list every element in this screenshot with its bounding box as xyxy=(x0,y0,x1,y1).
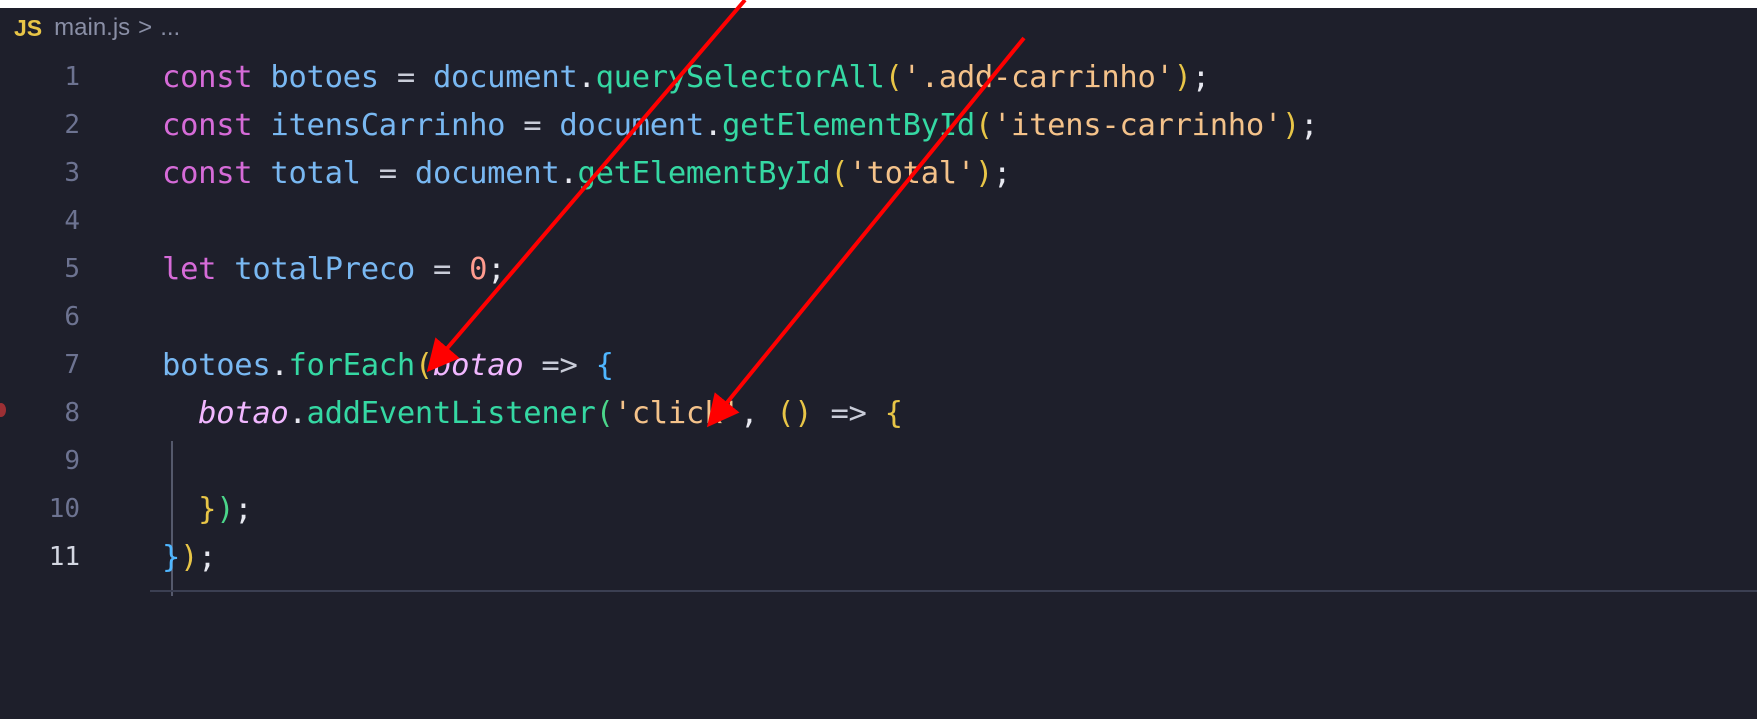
code-token: '.add-carrinho' xyxy=(902,59,1174,95)
code-token: ; xyxy=(234,491,253,527)
code-token: ( xyxy=(830,155,849,191)
code-token: ) xyxy=(1282,107,1301,143)
breadcrumb-symbol-menu[interactable]: ... xyxy=(160,14,180,42)
code-token: totalPreco xyxy=(234,251,415,287)
code-token: ; xyxy=(198,539,217,575)
code-token: botoes xyxy=(162,347,271,383)
code-token: . xyxy=(270,347,289,383)
code-token: { xyxy=(595,347,614,383)
code-line-10[interactable]: 10 }); xyxy=(0,485,253,533)
line-number: 9 xyxy=(64,446,80,476)
code-token: botoes xyxy=(270,59,379,95)
code-text[interactable]: }); xyxy=(162,539,217,575)
code-token: ) xyxy=(216,491,235,527)
line-number: 2 xyxy=(64,110,80,140)
code-line-4[interactable]: 4 xyxy=(0,197,80,245)
code-text[interactable]: botao.addEventListener('click', () => { xyxy=(162,396,903,431)
code-token: document xyxy=(559,107,704,143)
code-token: } xyxy=(198,491,217,527)
code-token: = xyxy=(414,251,470,287)
code-token: ( xyxy=(974,107,993,143)
code-text[interactable]: const total = document.getElementById('t… xyxy=(162,156,1011,191)
line-number: 5 xyxy=(64,254,80,284)
code-token: () xyxy=(776,395,813,431)
code-token: getElementById xyxy=(577,155,831,191)
line-number: 3 xyxy=(64,158,80,188)
current-line-highlight xyxy=(150,590,1757,592)
code-token: . xyxy=(288,395,307,431)
line-number: 6 xyxy=(64,302,80,332)
breadcrumb-file-name[interactable]: main.js xyxy=(54,14,130,42)
line-number: 4 xyxy=(64,206,80,236)
code-token: querySelectorAll xyxy=(595,59,885,95)
code-line-5[interactable]: 5 let totalPreco = 0; xyxy=(0,245,505,293)
code-line-9[interactable]: 9 xyxy=(0,437,80,485)
code-token: botao xyxy=(198,395,289,431)
line-number: 11 xyxy=(48,542,80,572)
code-token: ( xyxy=(884,59,903,95)
code-token: ( xyxy=(595,395,614,431)
code-token: => xyxy=(523,347,596,383)
code-token: = xyxy=(505,107,560,143)
code-token: document xyxy=(414,155,560,191)
code-token: . xyxy=(703,107,723,143)
code-line-2[interactable]: 2 const itensCarrinho = document.getEleme… xyxy=(0,101,1318,149)
code-token: itensCarrinho xyxy=(270,107,506,143)
code-line-3[interactable]: 3 const total = document.getElementById('… xyxy=(0,149,1011,197)
code-token: 'itens-carrinho' xyxy=(992,107,1282,143)
code-token: } xyxy=(162,539,181,575)
code-token: ; xyxy=(993,155,1012,191)
code-token: => xyxy=(812,395,885,431)
code-token: 0 xyxy=(469,251,488,287)
code-token: { xyxy=(884,395,903,431)
code-token: const xyxy=(162,155,271,191)
code-token: addEventListener xyxy=(306,395,596,431)
code-text[interactable]: }); xyxy=(162,491,253,527)
code-token: document xyxy=(432,59,578,95)
code-editor[interactable]: JS main.js > ... 1 const botoes = documen… xyxy=(0,8,1757,719)
code-token: botao xyxy=(433,347,524,383)
breadcrumb: JS main.js > ... xyxy=(0,8,180,48)
code-text[interactable]: const itensCarrinho = document.getElemen… xyxy=(162,108,1318,143)
line-number: 8 xyxy=(64,398,80,428)
code-token: ; xyxy=(487,251,506,287)
code-text[interactable]: let totalPreco = 0; xyxy=(162,251,506,287)
code-token: const xyxy=(162,59,271,95)
code-line-6[interactable]: 6 xyxy=(0,293,80,341)
code-token: ; xyxy=(1300,107,1319,143)
code-line-7[interactable]: 7 botoes.forEach(botao => { xyxy=(0,341,614,389)
code-token: 'click' xyxy=(613,395,741,431)
javascript-file-icon: JS xyxy=(14,14,43,41)
code-token: . xyxy=(577,59,596,95)
code-token: getElementById xyxy=(722,107,975,143)
code-text[interactable]: const botoes = document.querySelectorAll… xyxy=(162,60,1210,95)
code-line-8[interactable]: 8 botao.addEventListener('click', () => … xyxy=(0,389,903,437)
line-number: 7 xyxy=(64,350,80,380)
code-token: ; xyxy=(1191,59,1210,95)
code-token: ) xyxy=(1173,59,1192,95)
code-token: total xyxy=(270,155,361,191)
code-token: ) xyxy=(180,539,199,575)
line-number: 1 xyxy=(64,62,80,92)
code-token: ) xyxy=(974,155,994,191)
code-token: forEach xyxy=(288,347,415,383)
line-number: 10 xyxy=(48,494,80,524)
code-token: let xyxy=(162,251,235,287)
code-token: ( xyxy=(414,347,433,383)
code-token: 'total' xyxy=(848,155,975,191)
code-token: = xyxy=(378,59,433,95)
code-token: const xyxy=(162,107,271,143)
code-token: , xyxy=(740,395,777,431)
code-line-1[interactable]: 1 const botoes = document.querySelectorAl… xyxy=(0,53,1210,101)
code-token: = xyxy=(360,155,415,191)
code-line-11[interactable]: 11}); xyxy=(0,533,217,581)
code-text[interactable]: botoes.forEach(botao => { xyxy=(162,348,614,383)
code-token: . xyxy=(559,155,578,191)
chevron-right-icon: > xyxy=(138,14,153,41)
